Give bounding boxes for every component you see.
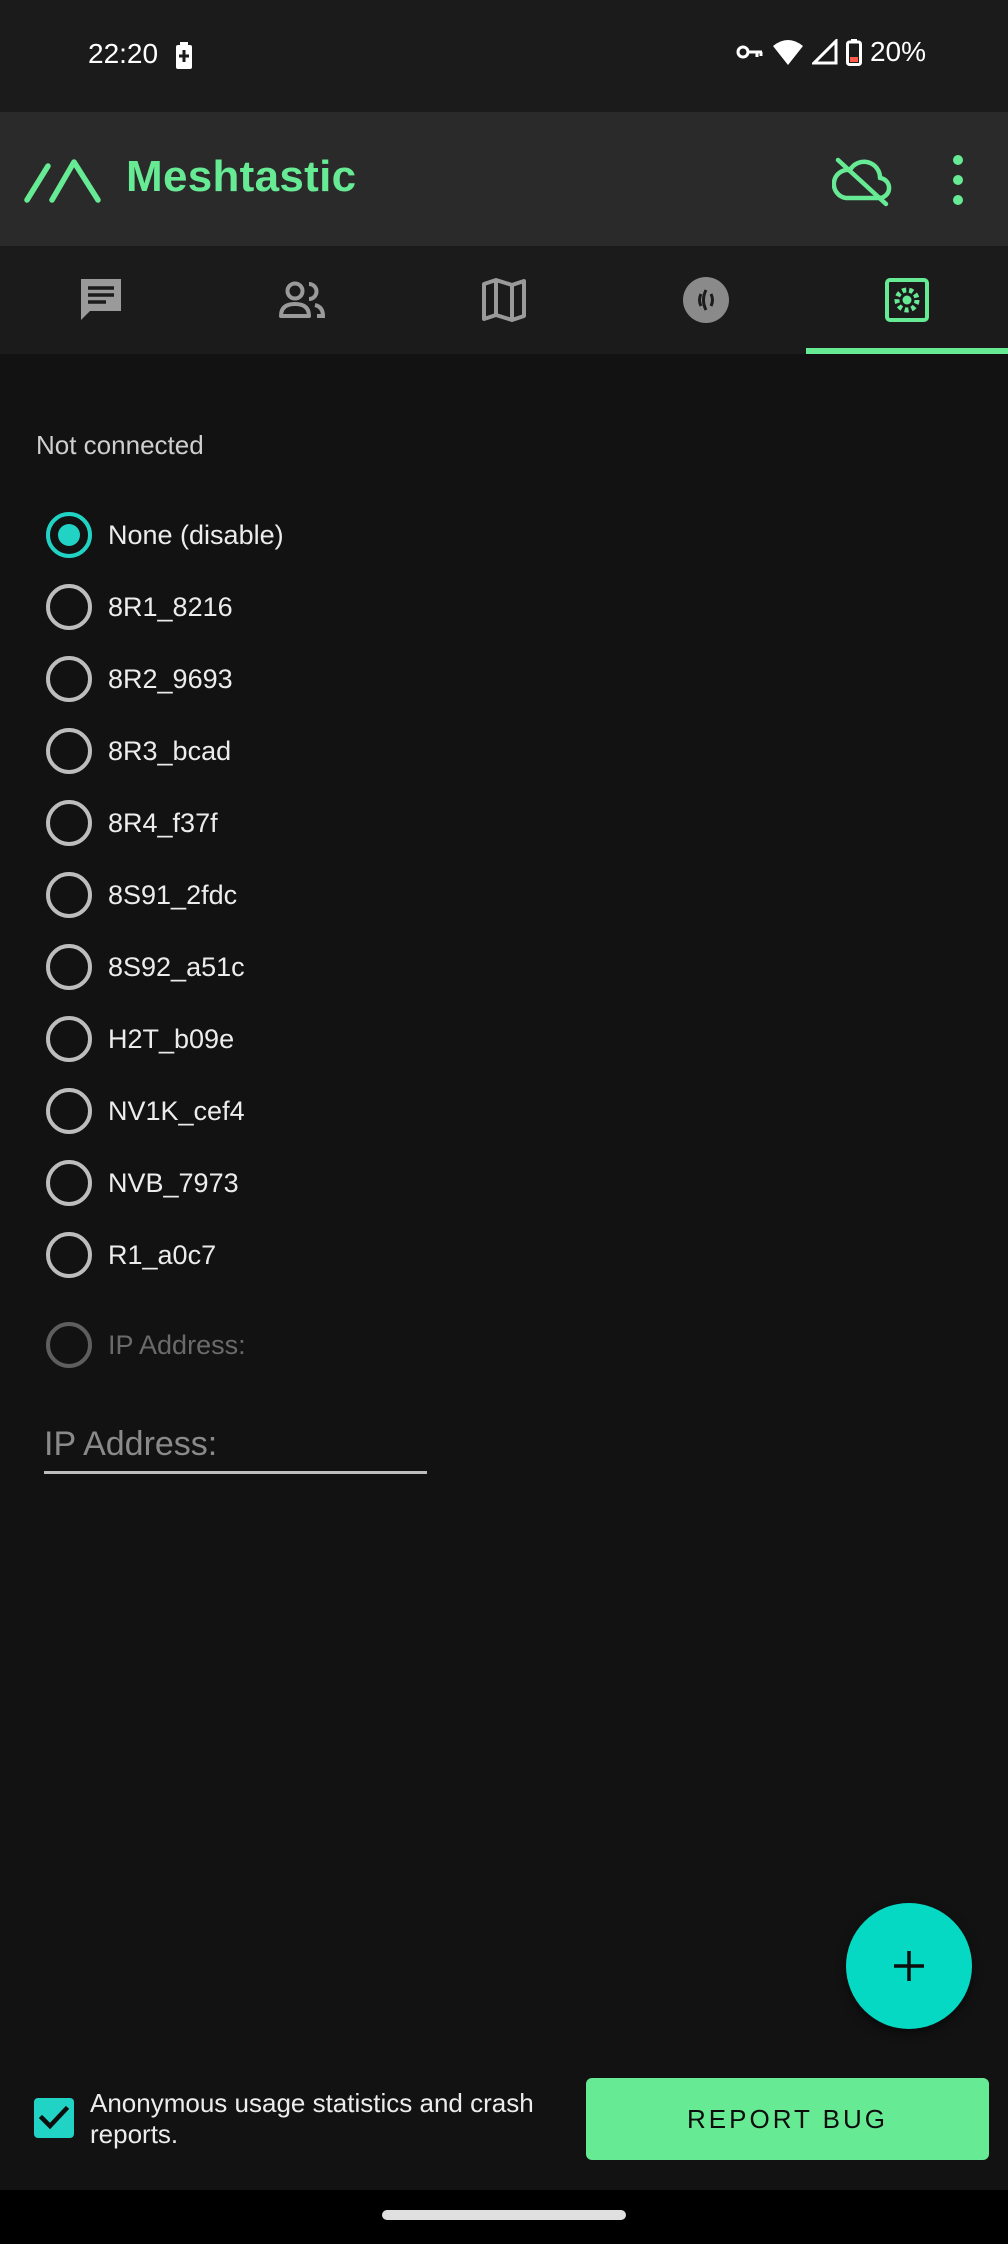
status-bar: 22:20 20% (0, 0, 1008, 112)
radio-button[interactable] (46, 944, 92, 990)
radio-option-device[interactable]: 8R2_9693 (46, 649, 233, 709)
map-icon (481, 278, 526, 322)
radio-button[interactable] (46, 1016, 92, 1062)
radio-button[interactable] (46, 512, 92, 558)
radio-option-device[interactable]: 8S92_a51c (46, 937, 245, 997)
radio-option-device[interactable]: 8R1_8216 (46, 577, 233, 637)
radio-option-device[interactable]: H2T_b09e (46, 1009, 234, 1069)
people-icon (279, 281, 326, 318)
radio-label: 8R3_bcad (108, 735, 232, 766)
cellular-signal-icon (811, 39, 838, 65)
cloud-off-icon[interactable] (832, 152, 892, 208)
radio-label: 8S92_a51c (108, 951, 245, 982)
radio-option-none[interactable]: None (disable) (46, 505, 284, 565)
settings-icon (885, 278, 930, 322)
radio-label: 8S91_2fdc (108, 879, 238, 910)
radio-option-ip-address: IP Address: (46, 1315, 246, 1375)
radio-option-device[interactable]: 8R4_f37f (46, 793, 218, 853)
system-nav-bar (0, 2190, 1008, 2244)
radio-option-device[interactable]: 8S91_2fdc (46, 865, 237, 925)
radio-button[interactable] (46, 584, 92, 630)
tab-users[interactable] (202, 246, 404, 354)
radio-label: 8R2_9693 (108, 663, 233, 694)
radio-label: 8R4_f37f (108, 807, 218, 838)
meshtastic-logo-icon (24, 159, 101, 203)
radio-label: H2T_b09e (108, 1023, 235, 1054)
tab-bar (0, 246, 1008, 354)
tab-channel[interactable] (605, 246, 807, 354)
battery-icon (845, 39, 862, 66)
radio-button[interactable] (46, 1088, 92, 1134)
connection-status: Not connected (36, 430, 204, 460)
app-title: Meshtastic (126, 152, 357, 201)
radio-option-device[interactable]: 8R3_bcad (46, 721, 231, 781)
radio-label: R1_a0c7 (108, 1239, 217, 1270)
check-icon (38, 2105, 70, 2130)
tab-settings[interactable] (806, 246, 1008, 354)
radio-button[interactable] (46, 872, 92, 918)
radio-option-device[interactable]: R1_a0c7 (46, 1225, 216, 1285)
tab-map[interactable] (403, 246, 605, 354)
add-icon (894, 1951, 924, 1981)
radio-option-device[interactable]: NV1K_cef4 (46, 1081, 245, 1141)
radio-label-ip: IP Address: (108, 1329, 246, 1360)
radio-signal-icon (682, 277, 729, 323)
radio-button[interactable] (46, 728, 92, 774)
radio-label: 8R1_8216 (108, 591, 233, 622)
report-bug-button[interactable]: REPORT BUG (586, 2078, 989, 2160)
more-vert-icon[interactable] (944, 150, 972, 210)
status-time: 22:20 (88, 38, 159, 69)
radio-button[interactable] (46, 1232, 92, 1278)
vpn-key-icon (736, 45, 763, 59)
radio-button-disabled (46, 1322, 92, 1368)
add-device-button[interactable] (846, 1903, 972, 2029)
radio-button[interactable] (46, 1160, 92, 1206)
analytics-label: Anonymous usage statistics and crash rep… (90, 2088, 534, 2149)
ip-address-input[interactable] (44, 1418, 427, 1470)
tab-messages[interactable] (0, 246, 202, 354)
battery-charging-icon (176, 42, 192, 69)
tab-selected-indicator (806, 348, 1008, 354)
app-bar: Meshtastic (0, 112, 1008, 246)
status-icons: 20% (736, 36, 926, 68)
radio-label: NVB_7973 (108, 1167, 239, 1198)
ip-address-field[interactable] (44, 1418, 427, 1474)
radio-button[interactable] (46, 800, 92, 846)
radio-button[interactable] (46, 656, 92, 702)
home-handle[interactable] (382, 2210, 626, 2220)
chat-icon (80, 279, 121, 320)
radio-option-device[interactable]: NVB_7973 (46, 1153, 239, 1213)
radio-label: NV1K_cef4 (108, 1095, 245, 1126)
radio-label: None (disable) (108, 519, 284, 550)
bottom-bar: Anonymous usage statistics and crash rep… (0, 2064, 1008, 2174)
battery-percentage: 20% (869, 36, 926, 67)
analytics-checkbox[interactable] (34, 2098, 74, 2138)
wifi-icon (772, 40, 803, 65)
